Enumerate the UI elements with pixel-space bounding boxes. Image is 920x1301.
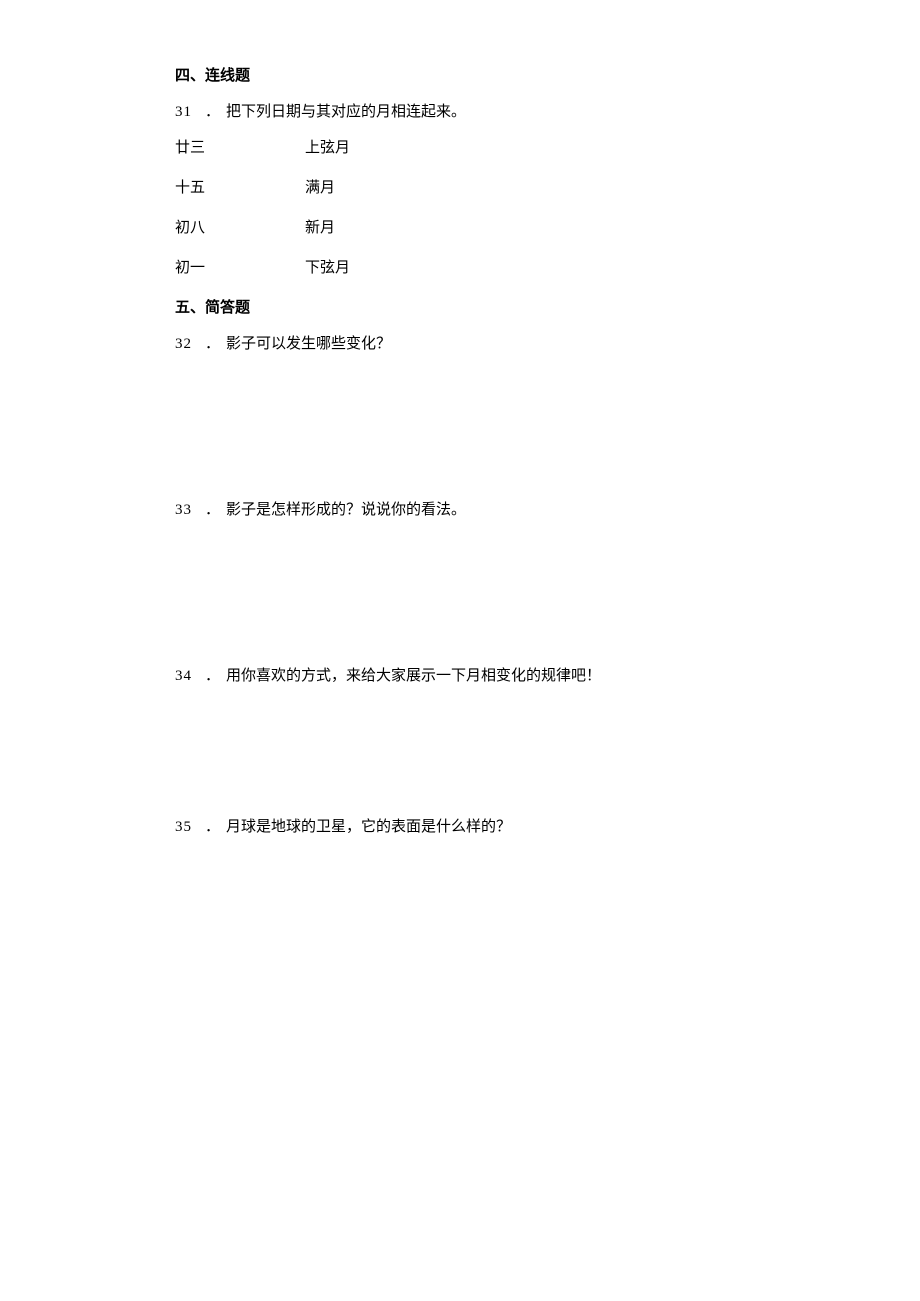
matching-right-4: 下弦月: [305, 256, 745, 280]
matching-left-4: 初一: [175, 256, 305, 280]
question-32: 32 ． 影子可以发生哪些变化？: [175, 332, 745, 356]
section-5-heading: 五、简答题: [175, 296, 745, 320]
question-31-number: 31: [175, 100, 205, 124]
matching-right-1: 上弦月: [305, 136, 745, 160]
question-34-number: 34: [175, 664, 205, 688]
question-32-dot: ．: [205, 332, 220, 356]
question-33-dot: ．: [205, 498, 220, 522]
question-34: 34 ． 用你喜欢的方式，来给大家展示一下月相变化的规律吧！: [175, 664, 745, 688]
matching-row-2: 十五 满月: [175, 176, 745, 200]
question-35-dot: ．: [205, 815, 220, 839]
question-33-number: 33: [175, 498, 205, 522]
matching-left-2: 十五: [175, 176, 305, 200]
question-31-dot: ．: [205, 100, 220, 124]
question-35-number: 35: [175, 815, 205, 839]
question-35-text: 月球是地球的卫星，它的表面是什么样的？: [226, 815, 745, 839]
matching-right-2: 满月: [305, 176, 745, 200]
matching-left-1: 廿三: [175, 136, 305, 160]
question-32-number: 32: [175, 332, 205, 356]
question-34-text: 用你喜欢的方式，来给大家展示一下月相变化的规律吧！: [226, 664, 745, 688]
matching-left-3: 初八: [175, 216, 305, 240]
answer-space-32: [175, 368, 745, 498]
answer-space-34: [175, 700, 745, 815]
section-4-heading: 四、连线题: [175, 64, 745, 88]
matching-row-4: 初一 下弦月: [175, 256, 745, 280]
question-31: 31 ． 把下列日期与其对应的月相连起来。: [175, 100, 745, 124]
matching-row-1: 廿三 上弦月: [175, 136, 745, 160]
question-32-text: 影子可以发生哪些变化？: [226, 332, 745, 356]
matching-row-3: 初八 新月: [175, 216, 745, 240]
question-33-text: 影子是怎样形成的？说说你的看法。: [226, 498, 745, 522]
question-31-text: 把下列日期与其对应的月相连起来。: [226, 100, 745, 124]
question-35: 35 ． 月球是地球的卫星，它的表面是什么样的？: [175, 815, 745, 839]
matching-right-3: 新月: [305, 216, 745, 240]
question-34-dot: ．: [205, 664, 220, 688]
answer-space-33: [175, 534, 745, 664]
question-33: 33 ． 影子是怎样形成的？说说你的看法。: [175, 498, 745, 522]
